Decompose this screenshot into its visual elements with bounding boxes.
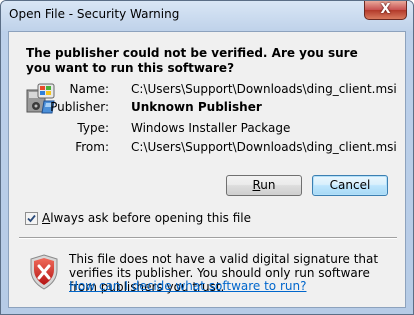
- name-value: C:\Users\Support\Downloads\ding_client.m…: [131, 82, 397, 96]
- close-button[interactable]: X: [364, 1, 407, 20]
- always-ask-label[interactable]: Always ask before opening this file: [42, 211, 251, 225]
- always-ask-checkbox[interactable]: [25, 212, 38, 225]
- run-label: un: [260, 178, 276, 192]
- window-title: Open File - Security Warning: [9, 7, 180, 21]
- from-value: C:\Users\Support\Downloads\ding_client.m…: [131, 140, 397, 154]
- checkmark-icon: [27, 214, 36, 223]
- divider: [19, 237, 397, 239]
- name-label: Name:: [69, 82, 109, 96]
- run-button[interactable]: Run: [226, 175, 302, 196]
- dialog-content: The publisher could not be verified. Are…: [8, 31, 406, 308]
- title-bar[interactable]: Open File - Security Warning X: [1, 1, 413, 31]
- warning-heading: The publisher could not be verified. Are…: [26, 46, 358, 75]
- publisher-value: Unknown Publisher: [131, 100, 262, 114]
- help-link[interactable]: How can I decide what software to run?: [69, 279, 306, 293]
- publisher-label: Publisher:: [50, 100, 109, 114]
- cancel-label: Cancel: [329, 178, 371, 192]
- cancel-button[interactable]: Cancel: [312, 175, 388, 196]
- type-value: Windows Installer Package: [131, 121, 291, 135]
- dialog-window: Open File - Security Warning X The publi…: [0, 0, 414, 315]
- type-label: Type:: [77, 121, 109, 135]
- from-label: From:: [75, 140, 109, 154]
- security-shield-error-icon: [30, 254, 58, 290]
- close-icon: X: [380, 2, 391, 17]
